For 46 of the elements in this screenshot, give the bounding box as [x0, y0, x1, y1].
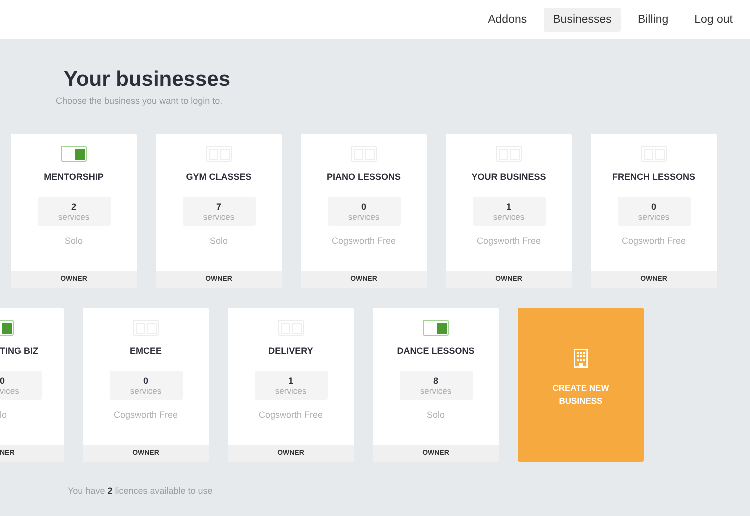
services-count: 0 — [651, 202, 656, 212]
services-count: 7 — [216, 202, 222, 212]
business-name: DELIVERY — [268, 346, 314, 356]
business-name: YOUR BUSINESS — [472, 172, 546, 182]
services-label: services — [130, 386, 162, 396]
nav-link[interactable]: Addons — [479, 8, 536, 32]
services-count: 0 — [0, 376, 6, 386]
services-count: 1 — [506, 202, 512, 212]
plan-label: Cogsworth Free — [476, 236, 542, 246]
business-name: PIANO LESSONS — [326, 172, 401, 182]
services-count: 0 — [361, 202, 366, 212]
building-icon — [574, 348, 588, 368]
services-count: 2 — [71, 202, 76, 212]
business-name: DANCE LESSONS — [397, 346, 475, 356]
services-label: services — [420, 386, 452, 396]
page-title: Your businesses — [64, 68, 232, 92]
business-name: FRENCH LESSONS — [612, 172, 696, 182]
plan-label: Cogsworth Free — [258, 410, 324, 420]
services-label: services — [348, 212, 380, 222]
plan-label: Cogsworth Free — [114, 410, 178, 420]
services-label: vices — [0, 386, 20, 396]
business-name: TING BIZ — [0, 346, 38, 356]
services-label: services — [58, 212, 90, 222]
plan-label: Solo — [210, 236, 228, 246]
toggle-switch[interactable] — [423, 320, 449, 336]
services-label: services — [638, 212, 670, 222]
business-name: EMCEE — [130, 346, 162, 356]
nav-link[interactable]: Billing — [628, 8, 678, 32]
services-label: services — [493, 212, 525, 222]
plan-label: lo — [0, 410, 8, 420]
services-count: 1 — [288, 376, 294, 386]
page-subtitle: Choose the business you want to login to. — [56, 96, 224, 106]
nav-link[interactable]: Businesses — [544, 8, 621, 32]
services-label: services — [203, 212, 235, 222]
business-name: GYM CLASSES — [186, 172, 252, 182]
services-label: services — [275, 386, 307, 396]
nav-link[interactable]: Log out — [686, 8, 742, 32]
plan-label: Cogsworth Free — [622, 236, 686, 246]
services-count: 0 — [143, 376, 148, 386]
business-name: MENTORSHIP — [44, 172, 104, 182]
licence-note: You have 2 licences available to use — [68, 486, 214, 496]
plan-label: Solo — [426, 410, 445, 420]
toggle-switch[interactable] — [61, 146, 87, 162]
plan-label: Solo — [64, 236, 83, 246]
services-count: 8 — [433, 376, 438, 386]
plan-label: Cogsworth Free — [332, 236, 396, 246]
